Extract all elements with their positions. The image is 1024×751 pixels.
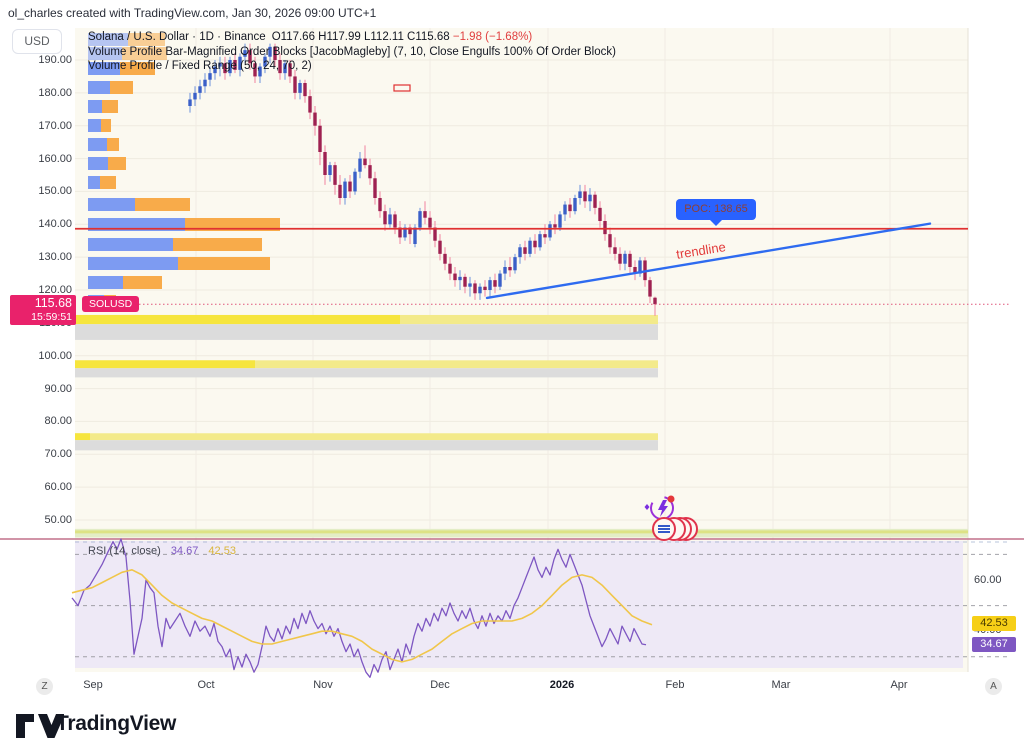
time-tick-label[interactable]: Apr xyxy=(890,679,907,691)
ohlc-values: O117.66 H117.99 L112.11 C115.68 xyxy=(272,31,450,43)
volume-profile-bars xyxy=(88,33,280,308)
time-tick-label[interactable]: Mar xyxy=(772,679,791,691)
attribution-text: ol_charles created with TradingView.com,… xyxy=(8,6,376,20)
chart-marks-canvas xyxy=(0,0,1024,751)
rsi-ma-value: 42.53 xyxy=(208,545,236,557)
candlestick-series xyxy=(188,44,656,316)
symbol-title: Solana / U.S. Dollar · 1D · Binance xyxy=(88,31,266,43)
indicator-legend-volume-profile-fixed-range[interactable]: Volume Profile / Fixed Range (50, 24, 70… xyxy=(88,60,312,72)
price-tick-label: 170.00 xyxy=(12,120,72,132)
currency-scale-button[interactable]: USD xyxy=(12,29,62,54)
timezone-button[interactable]: Z xyxy=(36,678,53,695)
last-price-label: 115.68 15:59:51 xyxy=(10,295,76,325)
rsi-ma-badge: 42.53 xyxy=(972,616,1016,631)
trendline-drawing xyxy=(487,224,930,298)
price-tick-label: 70.00 xyxy=(12,448,72,460)
poc-callout[interactable]: POC: 138.65 xyxy=(676,199,756,220)
symbol-legend[interactable]: Solana / U.S. Dollar · 1D · Binance O117.… xyxy=(88,31,532,43)
tradingview-wordmark[interactable]: TradingView xyxy=(56,712,176,736)
tradingview-chart-page: ol_charles created with TradingView.com,… xyxy=(0,0,1024,751)
change-values: −1.98 (−1.68%) xyxy=(453,31,532,43)
rsi-value-badge: 34.67 xyxy=(972,637,1016,652)
chart-base-canvas xyxy=(0,0,1024,751)
time-tick-label[interactable]: Dec xyxy=(430,679,450,691)
rsi-panel-background xyxy=(75,541,963,668)
rsi-legend-title: RSI (14, close) xyxy=(88,545,161,557)
order-block-marker xyxy=(394,85,410,91)
price-tick-label: 90.00 xyxy=(12,383,72,395)
price-tick-label: 80.00 xyxy=(12,415,72,427)
trendline-text-annotation[interactable]: trendline xyxy=(675,239,727,262)
symbol-price-tag: SOLUSD xyxy=(82,296,139,312)
price-tick-label: 140.00 xyxy=(12,218,72,230)
order-block-zones xyxy=(75,315,658,450)
price-tick-label: 150.00 xyxy=(12,185,72,197)
price-tick-label: 130.00 xyxy=(12,251,72,263)
price-tick-label: 60.00 xyxy=(12,481,72,493)
plot-background xyxy=(75,28,968,672)
indicator-legend-volume-profile-order-blocks[interactable]: Volume Profile Bar-Magnified Order Block… xyxy=(88,46,616,58)
countdown-timer: 15:59:51 xyxy=(10,311,72,323)
rsi-current-value: 34.67 xyxy=(171,545,199,557)
green-zone xyxy=(75,529,968,538)
price-tick-label: 180.00 xyxy=(12,87,72,99)
time-tick-label[interactable]: Oct xyxy=(197,679,214,691)
time-tick-label[interactable]: Nov xyxy=(313,679,333,691)
time-tick-label[interactable]: 2026 xyxy=(550,679,574,691)
price-tick-label: 190.00 xyxy=(12,54,72,66)
auto-scale-button[interactable]: A xyxy=(985,678,1002,695)
price-tick-label: 50.00 xyxy=(12,514,72,526)
rsi-indicator-legend[interactable]: RSI (14, close) 34.67 42.53 xyxy=(88,545,236,557)
rsi-ma-curve xyxy=(72,570,652,662)
price-tick-label: 100.00 xyxy=(12,350,72,362)
rsi-curve xyxy=(72,539,646,677)
coin-stack-sticker-icon[interactable] xyxy=(653,518,697,540)
time-tick-label[interactable]: Sep xyxy=(83,679,103,691)
rsi-axis-upper-label: 60.00 xyxy=(974,574,1002,586)
time-tick-label[interactable]: Feb xyxy=(666,679,685,691)
last-price-value: 115.68 xyxy=(10,296,72,311)
price-tick-label: 160.00 xyxy=(12,153,72,165)
flash-sticker-icon[interactable] xyxy=(645,496,675,520)
